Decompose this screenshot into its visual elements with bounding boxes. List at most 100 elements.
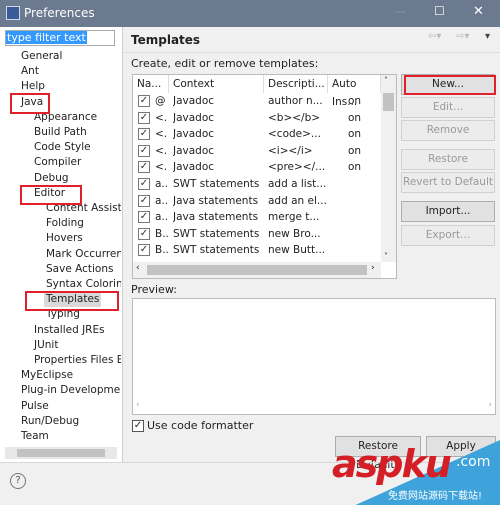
window-title: Preferences	[24, 6, 95, 20]
page-title: Templates	[131, 33, 201, 47]
table-horizontal-scrollbar[interactable]: ‹ ›	[133, 262, 381, 278]
preview-label: Preview:	[131, 283, 177, 296]
table-row[interactable]: ✓ <. Javadoc <code>... on	[133, 126, 381, 143]
table-row[interactable]: ✓ <. Javadoc <pre></... on	[133, 159, 381, 176]
watermark-logo: aspku .com 免费网站源码下载站!	[330, 440, 500, 505]
enabled-checkbox[interactable]: ✓	[138, 244, 150, 257]
preview-horizontal-scrollbar[interactable]: ‹ ›	[133, 400, 495, 414]
enabled-checkbox[interactable]: ✓	[138, 211, 150, 224]
tree-item-hovers[interactable]: Hovers	[44, 231, 85, 246]
cell-context: SWT statements	[173, 244, 260, 257]
cell-context: Javadoc	[173, 95, 215, 107]
cell-name: <.	[155, 161, 168, 174]
cell-description: <b></b>	[268, 111, 321, 124]
tree-item-debug[interactable]: Debug	[32, 171, 71, 186]
enabled-checkbox[interactable]: ✓	[138, 144, 150, 157]
help-icon[interactable]: ?	[10, 473, 26, 489]
cell-description: new Bro...	[268, 227, 321, 240]
table-row[interactable]: ✓ a.. SWT statements add a list...	[133, 176, 381, 193]
enabled-checkbox[interactable]: ✓	[138, 227, 150, 240]
column-header-auto-insert[interactable]: Auto Ins...	[328, 75, 381, 108]
table-row[interactable]: ✓ B.. SWT statements new Bro...	[133, 226, 381, 243]
table-row[interactable]: ✓ B.. SWT statements new Butt...	[133, 242, 381, 259]
tree-item-junit[interactable]: JUnit	[32, 338, 60, 353]
cell-description: <i></i>	[268, 144, 313, 157]
revert-to-default-button[interactable]: Revert to Default	[401, 172, 495, 193]
cell-name: a..	[155, 178, 169, 190]
cell-name: B..	[155, 244, 169, 257]
tree-item-folding[interactable]: Folding	[44, 216, 86, 231]
tree-item-syntax-coloring[interactable]: Syntax Coloring	[44, 277, 121, 292]
export-button[interactable]: Export...	[401, 225, 495, 246]
cell-auto-insert: on	[347, 95, 362, 107]
view-menu-icon[interactable]: ▾	[485, 31, 490, 42]
enabled-checkbox[interactable]: ✓	[138, 111, 150, 124]
cell-auto-insert: on	[347, 111, 362, 124]
edit-button[interactable]: Edit...	[401, 97, 495, 118]
app-icon	[6, 6, 20, 20]
use-code-formatter-checkbox[interactable]: ✓	[132, 420, 144, 432]
tree-item-pulse[interactable]: Pulse	[19, 399, 51, 414]
import-button[interactable]: Import...	[401, 201, 495, 222]
enabled-checkbox[interactable]: ✓	[138, 194, 150, 207]
table-vertical-scrollbar[interactable]: ˄ ˅	[381, 75, 396, 262]
remove-button[interactable]: Remove	[401, 120, 495, 141]
cell-auto-insert: on	[347, 128, 362, 141]
cell-name: <.	[155, 144, 168, 157]
tree-item-compiler[interactable]: Compiler	[32, 155, 83, 170]
filter-text: type filter text	[6, 31, 87, 44]
cell-name: a..	[155, 211, 169, 224]
page-header: Templates ⇦▾ ⇨▾ ▾	[123, 27, 500, 53]
tree-item-installed-jres[interactable]: Installed JREs	[32, 323, 107, 338]
highlight-new	[404, 75, 496, 95]
cell-description: new Butt...	[268, 244, 326, 257]
cell-context: Javadoc	[173, 161, 215, 174]
cell-context: SWT statements	[173, 178, 260, 190]
tree-item-properties-files-e[interactable]: Properties Files E	[32, 353, 121, 368]
preview-area[interactable]: ‹ ›	[132, 298, 496, 415]
column-header-name[interactable]: Na...	[133, 75, 169, 93]
table-row[interactable]: ✓ a.. Java statements merge t...	[133, 209, 381, 226]
maximize-button[interactable]: ☐	[434, 4, 445, 18]
subtitle: Create, edit or remove templates:	[131, 57, 319, 70]
tree-item-code-style[interactable]: Code Style	[32, 140, 93, 155]
enabled-checkbox[interactable]: ✓	[138, 178, 150, 190]
table-row[interactable]: ✓ a.. Java statements add an el...	[133, 193, 381, 210]
cell-name: <.	[155, 128, 168, 141]
tree-item-build-path[interactable]: Build Path	[32, 125, 89, 140]
cell-context: Javadoc	[173, 111, 215, 124]
cell-description: <code>...	[268, 128, 321, 141]
cell-name: @	[155, 95, 166, 107]
table-row[interactable]: ✓ <. Javadoc <b></b> on	[133, 110, 381, 127]
cell-context: Javadoc	[173, 144, 215, 157]
nav-back-icon[interactable]: ⇦▾	[428, 31, 441, 42]
column-header-description[interactable]: Descripti...	[264, 75, 328, 93]
cell-name: <.	[155, 111, 168, 124]
tree-item-save-actions[interactable]: Save Actions	[44, 262, 115, 277]
cell-context: Javadoc	[173, 128, 215, 141]
tree-horizontal-scrollbar[interactable]	[5, 447, 117, 459]
filter-input[interactable]: type filter text	[5, 30, 115, 46]
close-button[interactable]: ✕	[473, 4, 484, 19]
tree-item-myeclipse[interactable]: MyEclipse	[19, 368, 75, 383]
enabled-checkbox[interactable]: ✓	[138, 161, 150, 174]
tree-item-team[interactable]: Team	[19, 429, 51, 444]
cell-context: SWT statements	[173, 227, 260, 240]
cell-auto-insert: on	[347, 144, 362, 157]
tree-item-mark-occurrences[interactable]: Mark Occurrences	[44, 247, 121, 262]
tree-item-run-debug[interactable]: Run/Debug	[19, 414, 81, 429]
enabled-checkbox[interactable]: ✓	[138, 95, 150, 107]
minimize-button[interactable]: —	[395, 5, 406, 18]
table-row[interactable]: ✓ @ Javadoc author n... on	[133, 93, 381, 110]
nav-forward-icon[interactable]: ⇨▾	[456, 31, 469, 42]
highlight-java	[10, 93, 50, 114]
use-code-formatter-label: Use code formatter	[147, 419, 254, 432]
cell-description: add a list...	[268, 178, 327, 190]
tree-item-general[interactable]: General	[19, 49, 64, 64]
table-row[interactable]: ✓ <. Javadoc <i></i> on	[133, 143, 381, 160]
restore-removed-button[interactable]: Restore Removed	[401, 149, 495, 184]
tree-item-ant[interactable]: Ant	[19, 64, 41, 79]
enabled-checkbox[interactable]: ✓	[138, 128, 150, 141]
column-header-context[interactable]: Context	[169, 75, 264, 93]
tree-item-plug-in-development[interactable]: Plug-in Development	[19, 383, 121, 398]
